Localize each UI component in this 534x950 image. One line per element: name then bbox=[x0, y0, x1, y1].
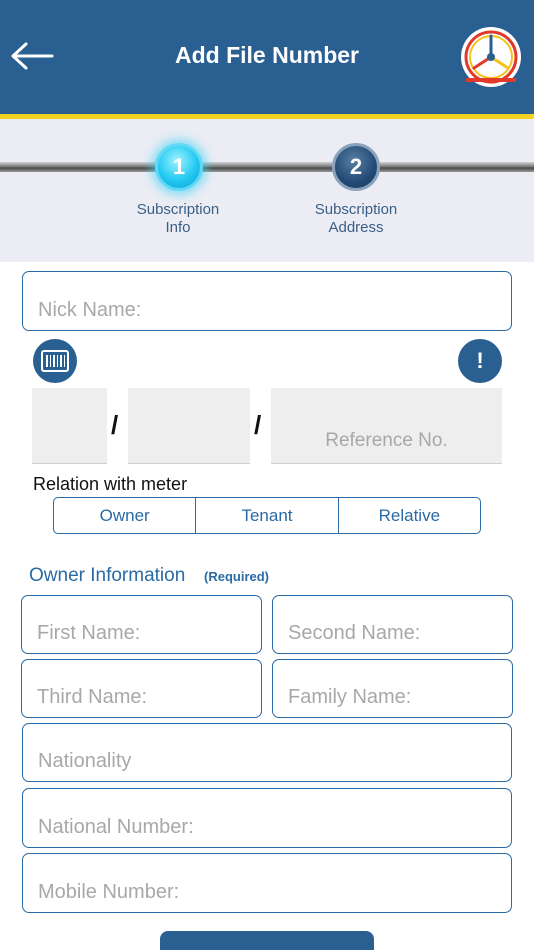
step-2-label-line1: Subscription bbox=[314, 201, 398, 218]
mobile-number-field bbox=[22, 853, 512, 913]
owner-info-title: Owner Information bbox=[29, 565, 186, 586]
step-2-label: Subscription Address bbox=[286, 201, 426, 237]
reference-number-input[interactable] bbox=[271, 388, 502, 463]
barcode-scan-button[interactable] bbox=[33, 339, 77, 383]
utility-logo-icon bbox=[461, 27, 521, 87]
family-name-input[interactable] bbox=[273, 660, 512, 717]
nick-name-input[interactable] bbox=[23, 272, 511, 330]
relation-option-owner[interactable]: Owner bbox=[54, 498, 195, 533]
national-number-input[interactable] bbox=[23, 789, 511, 847]
nationality-input[interactable] bbox=[23, 724, 511, 781]
step-2-indicator[interactable]: 2 bbox=[332, 143, 380, 191]
relation-option-relative[interactable]: Relative bbox=[337, 498, 480, 533]
exclamation-icon: ! bbox=[476, 348, 484, 373]
step-1-label-line2: Info bbox=[165, 219, 191, 236]
file-number-part1-input[interactable] bbox=[32, 388, 107, 463]
next-button[interactable] bbox=[160, 931, 374, 950]
first-name-input[interactable] bbox=[22, 596, 261, 653]
stepper-track bbox=[0, 162, 534, 172]
step-1-indicator[interactable]: 1 bbox=[155, 143, 203, 191]
relation-label: Relation with meter bbox=[33, 474, 188, 494]
stepper: 1 2 Subscription Info Subscription Addre… bbox=[0, 119, 534, 262]
third-name-field bbox=[21, 659, 262, 718]
step-1-label-line1: Subscription bbox=[136, 201, 220, 218]
add-file-number-screen: Add File Number 1 2 Subscription Info Su… bbox=[0, 0, 534, 950]
step-1-label: Subscription Info bbox=[108, 201, 248, 237]
file-number-part2-input[interactable] bbox=[128, 388, 250, 463]
family-name-field bbox=[272, 659, 513, 718]
info-button[interactable]: ! bbox=[458, 339, 502, 383]
step-2-label-line2: Address bbox=[328, 219, 384, 236]
barcode-icon bbox=[41, 350, 69, 372]
relation-segmented-control: Owner Tenant Relative bbox=[53, 497, 481, 534]
third-name-input[interactable] bbox=[22, 660, 261, 717]
file-number-part2-box bbox=[128, 388, 250, 464]
second-name-input[interactable] bbox=[273, 596, 512, 653]
reference-number-box bbox=[271, 388, 502, 464]
step-2-number: 2 bbox=[349, 154, 363, 179]
page-title: Add File Number bbox=[174, 42, 359, 68]
separator-slash-1: / bbox=[111, 410, 119, 440]
nick-name-field bbox=[22, 271, 512, 331]
owner-info-required: (Required) bbox=[204, 569, 269, 584]
national-number-field bbox=[22, 788, 512, 848]
first-name-field bbox=[21, 595, 262, 654]
step-1-number: 1 bbox=[172, 154, 186, 179]
separator-slash-2: / bbox=[254, 410, 262, 440]
app-header: Add File Number bbox=[0, 0, 534, 114]
mobile-number-input[interactable] bbox=[23, 854, 511, 912]
relation-option-tenant[interactable]: Tenant bbox=[195, 498, 337, 533]
nationality-field bbox=[22, 723, 512, 782]
file-number-part1-box bbox=[32, 388, 107, 464]
second-name-field bbox=[272, 595, 513, 654]
